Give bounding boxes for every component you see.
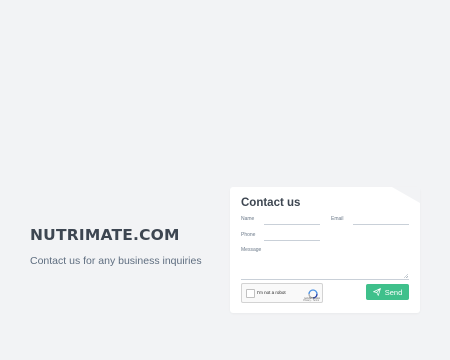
phone-input[interactable] — [264, 240, 320, 241]
recaptcha-links[interactable]: Privacy - Terms — [303, 300, 319, 302]
send-button-label: Send — [384, 287, 403, 297]
contact-form-title: Contact us — [241, 197, 301, 209]
recaptcha-checkbox[interactable] — [246, 289, 255, 298]
message-label: Message — [241, 247, 262, 253]
card-corner-cut — [392, 187, 420, 203]
recaptcha-logo-icon — [308, 286, 318, 299]
brand-title: NUTRIMATE.COM — [30, 226, 180, 244]
recaptcha-widget: I'm not a robot reCAPTCHA Privacy - Term… — [241, 283, 323, 303]
contact-form-card: Contact us Name Email Phone Message I'm … — [230, 187, 420, 313]
phone-label: Phone — [241, 232, 256, 238]
send-button[interactable]: Send — [366, 284, 409, 300]
email-input[interactable] — [353, 224, 409, 225]
email-label: Email — [331, 216, 344, 222]
textarea-resize-handle[interactable] — [404, 274, 408, 278]
brand-subtitle: Contact us for any business inquiries — [30, 255, 202, 267]
brand-block: NUTRIMATE.COM Contact us for any busines… — [30, 226, 202, 267]
name-label: Name — [241, 216, 255, 222]
paper-plane-icon — [372, 288, 381, 296]
name-input[interactable] — [264, 224, 320, 225]
recaptcha-label: I'm not a robot — [257, 290, 286, 295]
resize-grip-icon — [404, 274, 408, 278]
message-textarea[interactable] — [241, 279, 409, 280]
